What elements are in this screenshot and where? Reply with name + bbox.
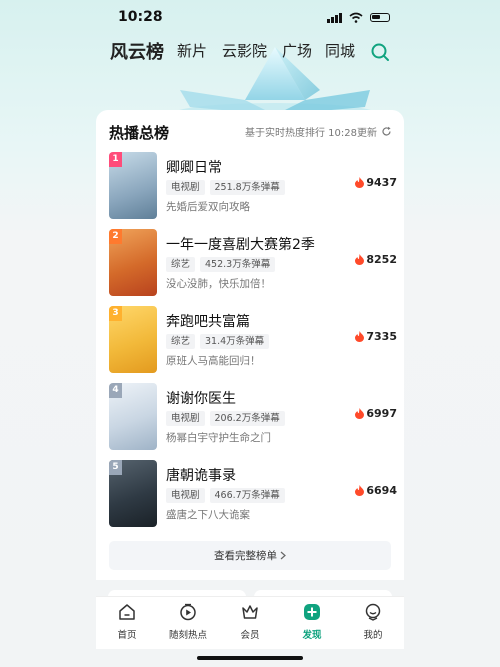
item-desc: 盛唐之下八大诡案 — [166, 509, 250, 521]
item-tags: 电视剧 466.7万条弹幕 — [166, 488, 285, 503]
crown-icon — [242, 605, 258, 619]
danmaku-tag: 31.4万条弹幕 — [200, 334, 270, 349]
profile-icon — [365, 603, 381, 621]
flame-icon — [355, 254, 365, 265]
item-desc: 没心没肺，快乐加倍！ — [166, 278, 271, 290]
item-desc: 杨幂白宇守护生命之门 — [166, 432, 271, 444]
tabbar-trending[interactable]: 随刻热点 — [163, 603, 213, 641]
poster-thumbnail: 5 — [109, 460, 157, 527]
status-icons — [327, 12, 390, 23]
home-indicator — [197, 656, 303, 660]
ranking-item[interactable]: 4 谢谢你医生 电视剧 206.2万条弹幕 杨幂白宇守护生命之门 6997 — [109, 383, 397, 450]
tab-new-films[interactable]: 新片 — [177, 40, 207, 61]
status-bar: 10:28 — [0, 0, 500, 34]
danmaku-tag: 466.7万条弹幕 — [209, 488, 285, 503]
ranking-item[interactable]: 5 唐朝诡事录 电视剧 466.7万条弹幕 盛唐之下八大诡案 6694 — [109, 460, 397, 527]
flame-icon — [355, 408, 365, 419]
rank-badge: 1 — [109, 152, 122, 167]
update-note-text: 基于实时热度排行 10:28更新 — [245, 128, 377, 139]
discover-icon — [304, 604, 320, 620]
heat-score: 6694 — [355, 484, 397, 497]
type-tag: 电视剧 — [166, 411, 205, 426]
play-icon — [180, 603, 196, 621]
flame-icon — [355, 331, 365, 342]
tabbar-profile-label: 我的 — [363, 630, 383, 641]
refresh-icon[interactable] — [381, 126, 392, 137]
heat-score: 9437 — [355, 176, 397, 189]
item-title: 一年一度喜剧大赛第2季 — [166, 237, 315, 253]
type-tag: 电视剧 — [166, 488, 205, 503]
home-icon — [119, 604, 135, 620]
flame-icon — [355, 485, 365, 496]
item-tags: 电视剧 206.2万条弹幕 — [166, 411, 285, 426]
bottom-tabbar: 首页 随刻热点 会员 发现 我的 — [96, 596, 404, 649]
item-title: 卿卿日常 — [166, 160, 222, 176]
signal-icon — [327, 12, 342, 23]
poster-thumbnail: 4 — [109, 383, 157, 450]
tab-square[interactable]: 广场 — [282, 40, 312, 61]
heat-value: 7335 — [366, 330, 397, 343]
tabbar-discover-label: 发现 — [302, 630, 322, 641]
tabbar-discover[interactable]: 发现 — [287, 603, 337, 641]
type-tag: 电视剧 — [166, 180, 205, 195]
heat-score: 6997 — [355, 407, 397, 420]
search-icon[interactable] — [370, 42, 390, 62]
poster-thumbnail: 3 — [109, 306, 157, 373]
tabbar-home[interactable]: 首页 — [102, 603, 152, 641]
ranking-item[interactable]: 1 卿卿日常 电视剧 251.8万条弹幕 先婚后爱双向攻略 9437 — [109, 152, 397, 219]
poster-thumbnail: 2 — [109, 229, 157, 296]
heat-value: 9437 — [366, 176, 397, 189]
tabbar-profile[interactable]: 我的 — [348, 603, 398, 641]
wifi-icon — [349, 12, 363, 23]
item-title: 唐朝诡事录 — [166, 468, 236, 484]
heat-score: 7335 — [355, 330, 397, 343]
rank-badge: 5 — [109, 460, 122, 475]
tabbar-home-label: 首页 — [117, 630, 137, 641]
tabbar-vip[interactable]: 会员 — [225, 603, 275, 641]
danmaku-tag: 206.2万条弹幕 — [209, 411, 285, 426]
danmaku-tag: 251.8万条弹幕 — [209, 180, 285, 195]
item-title: 奔跑吧共富篇 — [166, 314, 250, 330]
poster-thumbnail: 1 — [109, 152, 157, 219]
top-nav: 风云榜 新片 云影院 广场 同城 — [110, 40, 394, 68]
heat-value: 8252 — [366, 253, 397, 266]
app-screen: 10:28 风云榜 新片 云影院 广场 同城 热播总榜 基于实时热度排行 10:… — [0, 0, 500, 667]
tab-cloud-cinema[interactable]: 云影院 — [222, 40, 267, 61]
section-title: 热播总榜 — [109, 124, 170, 142]
item-desc: 原班人马高能回归！ — [166, 355, 261, 367]
type-tag: 综艺 — [166, 334, 196, 349]
rank-badge: 3 — [109, 306, 122, 321]
battery-icon — [370, 13, 390, 22]
item-tags: 电视剧 251.8万条弹幕 — [166, 180, 285, 195]
update-note: 基于实时热度排行 10:28更新 — [245, 124, 392, 139]
hot-ranking-card: 热播总榜 基于实时热度排行 10:28更新 1 卿卿日常 电视剧 251.8万条… — [96, 110, 404, 580]
rank-badge: 2 — [109, 229, 122, 244]
heat-value: 6997 — [366, 407, 397, 420]
type-tag: 综艺 — [166, 257, 196, 272]
tabbar-vip-label: 会员 — [240, 630, 260, 641]
heat-value: 6694 — [366, 484, 397, 497]
tab-local[interactable]: 同城 — [325, 40, 355, 61]
danmaku-tag: 452.3万条弹幕 — [200, 257, 276, 272]
view-full-label: 查看完整榜单 — [214, 550, 277, 562]
item-tags: 综艺 31.4万条弹幕 — [166, 334, 270, 349]
tabbar-trending-label: 随刻热点 — [168, 630, 207, 641]
rank-badge: 4 — [109, 383, 122, 398]
item-tags: 综艺 452.3万条弹幕 — [166, 257, 276, 272]
item-desc: 先婚后爱双向攻略 — [166, 201, 250, 213]
view-full-list-button[interactable]: 查看完整榜单 — [109, 541, 391, 570]
flame-icon — [355, 177, 365, 188]
ranking-item[interactable]: 2 一年一度喜剧大赛第2季 综艺 452.3万条弹幕 没心没肺，快乐加倍！ 82… — [109, 229, 397, 296]
item-title: 谢谢你医生 — [166, 391, 236, 407]
heat-score: 8252 — [355, 253, 397, 266]
tab-fengyunbang[interactable]: 风云榜 — [110, 38, 164, 64]
chevron-right-icon — [280, 551, 286, 560]
status-time: 10:28 — [118, 9, 163, 25]
ranking-item[interactable]: 3 奔跑吧共富篇 综艺 31.4万条弹幕 原班人马高能回归！ 7335 — [109, 306, 397, 373]
